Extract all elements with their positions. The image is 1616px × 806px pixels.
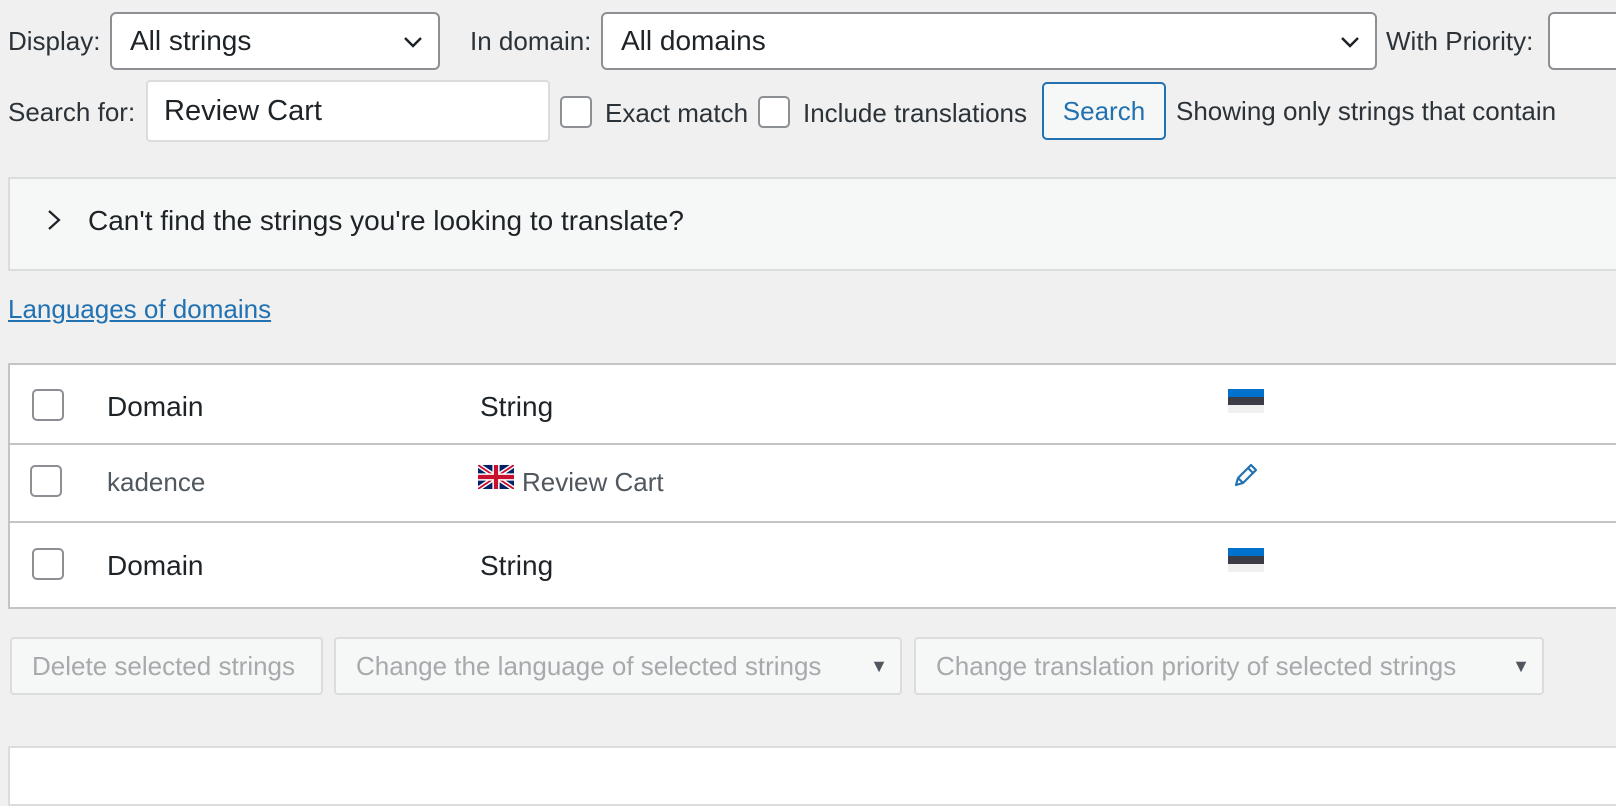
domain-select-value: All domains [621, 25, 766, 56]
change-language-select[interactable]: Change the language of selected strings … [334, 637, 902, 695]
exact-match-checkbox[interactable] [560, 96, 592, 128]
column-header-string[interactable]: String [480, 391, 553, 423]
languages-of-domains-link[interactable]: Languages of domains [8, 294, 271, 325]
caret-down-icon: ▼ [870, 656, 888, 676]
bottom-panel [8, 746, 1616, 806]
chevron-down-icon [1341, 37, 1359, 48]
search-input[interactable]: Review Cart [146, 80, 550, 142]
uk-flag-icon [478, 465, 514, 489]
select-all-checkbox[interactable] [32, 389, 64, 421]
change-priority-select[interactable]: Change translation priority of selected … [914, 637, 1544, 695]
search-label: Search for: [8, 97, 136, 127]
row-string: Review Cart [522, 467, 664, 497]
select-all-checkbox-footer[interactable] [32, 548, 64, 580]
domain-select[interactable]: All domains [601, 12, 1377, 70]
change-priority-label: Change translation priority of selected … [936, 651, 1457, 681]
row-domain: kadence [107, 467, 206, 497]
help-panel-text: Can't find the strings you're looking to… [88, 205, 684, 236]
edit-pencil-icon[interactable] [1230, 461, 1260, 491]
display-select[interactable]: All strings [110, 12, 440, 70]
chevron-down-icon [404, 37, 422, 48]
include-translations-checkbox[interactable] [758, 96, 790, 128]
showing-only-text: Showing only strings that contain [1176, 96, 1557, 126]
delete-selected-strings-button[interactable]: Delete selected strings [10, 637, 323, 695]
column-header-domain[interactable]: Domain [107, 391, 203, 423]
change-language-label: Change the language of selected strings [356, 651, 822, 681]
strings-table: Domain String kadence Review Cart Domain… [8, 363, 1616, 609]
row-checkbox[interactable] [30, 465, 62, 497]
caret-down-icon: ▼ [1512, 656, 1530, 676]
display-select-value: All strings [130, 25, 252, 56]
priority-label: With Priority: [1386, 26, 1534, 56]
exact-match-label: Exact match [605, 98, 749, 128]
column-footer-string[interactable]: String [480, 550, 553, 582]
chevron-right-icon [48, 210, 61, 230]
priority-select[interactable] [1548, 12, 1616, 70]
display-label: Display: [8, 26, 101, 56]
domain-label: In domain: [470, 26, 592, 56]
include-translations-label: Include translations [803, 98, 1028, 128]
help-panel[interactable]: Can't find the strings you're looking to… [8, 177, 1616, 271]
estonia-flag-icon [1228, 548, 1264, 572]
column-footer-domain[interactable]: Domain [107, 550, 203, 582]
search-button[interactable]: Search [1042, 82, 1166, 140]
estonia-flag-icon [1228, 389, 1264, 413]
